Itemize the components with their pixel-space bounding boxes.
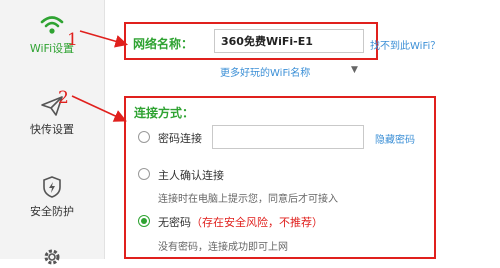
option-owner-confirm-label[interactable]: 主人确认连接 [158, 167, 224, 183]
gear-icon [44, 249, 60, 265]
password-input[interactable] [212, 125, 364, 149]
radio-no-password[interactable] [138, 215, 150, 227]
shield-bolt-icon [43, 176, 61, 198]
option-no-password[interactable]: 无密码（存在安全风险，不推荐） [158, 214, 323, 230]
radio-owner-confirm[interactable] [138, 168, 150, 180]
option-password-connect-label[interactable]: 密码连接 [158, 130, 202, 146]
sidebar-item-settings[interactable] [0, 246, 104, 268]
chevron-down-icon[interactable]: ▼ [351, 65, 358, 75]
ssid-input[interactable]: 360免费WiFi-E1 [214, 29, 364, 53]
annotation-marker-2: 2 [58, 88, 69, 108]
security-warning-text: （存在安全风险，不推荐） [191, 216, 323, 229]
wifi-icon [40, 16, 64, 34]
hide-password-link[interactable]: 隐藏密码 [375, 131, 415, 146]
owner-confirm-description: 连接时在电脑上提示您，同意后才可接入 [158, 194, 338, 205]
annotation-marker-1: 1 [67, 30, 78, 50]
no-password-description: 没有密码，连接成功即可上网 [158, 242, 288, 253]
radio-password-connect[interactable] [138, 131, 150, 143]
connection-method-label: 连接方式： [134, 106, 195, 120]
more-wifi-names-link[interactable]: 更多好玩的WiFi名称 [220, 64, 310, 79]
sidebar-item-security[interactable]: 安全防护 [0, 175, 104, 219]
sidebar-item-label: 安全防护 [30, 205, 74, 218]
sidebar-item-wifi-settings[interactable]: WiFi设置 [0, 14, 104, 56]
sidebar-item-transfer-settings[interactable]: 快传设置 [0, 95, 104, 137]
sidebar: WiFi设置 快传设置 安全防护 [0, 0, 105, 265]
sidebar-item-label: WiFi设置 [29, 42, 75, 55]
network-name-label: 网络名称： [133, 37, 194, 51]
sidebar-item-label: 快传设置 [30, 123, 74, 136]
option-no-password-label: 无密码 [158, 216, 191, 229]
cannot-find-wifi-link[interactable]: 找不到此WiFi？ [370, 37, 440, 52]
